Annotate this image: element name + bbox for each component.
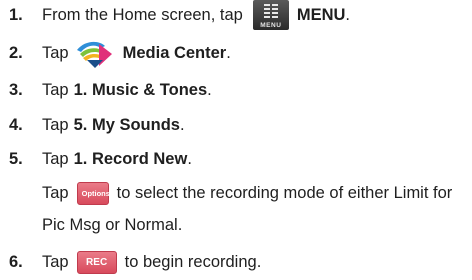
step-number: 4.	[9, 115, 23, 134]
step-number: 5.	[9, 149, 23, 168]
step-bold-text: Media Center	[122, 43, 227, 62]
step-number: 3.	[9, 80, 23, 99]
step-text: to begin recording.	[124, 252, 262, 271]
step-text: to select the recording mode of either L…	[116, 183, 453, 202]
step-number: 2.	[9, 43, 23, 62]
step-text: .	[226, 43, 231, 62]
step-text: Tap	[42, 115, 69, 134]
step-text: Tap	[42, 183, 69, 202]
step-text: .	[207, 80, 212, 99]
options-key-icon: Options	[76, 181, 110, 205]
step-5-detail-line2: Pic Msg or Normal.	[42, 213, 182, 237]
step-text: Tap	[42, 80, 69, 99]
step-text: From the Home screen, tap	[42, 5, 243, 24]
step-bold-text: 1. Music & Tones	[73, 80, 208, 99]
step-text: Pic Msg or Normal.	[42, 215, 183, 234]
menu-icon-caption: MENU	[260, 22, 282, 29]
step-bold-text: 5. My Sounds	[73, 115, 180, 134]
step-number: 1.	[9, 5, 23, 24]
step-bold-text: MENU	[296, 5, 346, 24]
step-bold-text: 1. Record New	[73, 149, 188, 168]
step-text: .	[345, 5, 351, 24]
step-5-detail: Tap Options to select the recording mode…	[42, 181, 452, 205]
media-center-arrow-icon	[76, 41, 112, 68]
step-text: .	[179, 115, 185, 134]
step-text: .	[187, 149, 192, 168]
step-text: Tap	[42, 149, 69, 168]
menu-grid-icon: MENU	[252, 0, 289, 30]
step-number: 6.	[9, 252, 23, 271]
step-text: Tap	[42, 43, 69, 62]
rec-key-icon: REC	[76, 250, 117, 274]
step-text: Tap	[42, 252, 69, 271]
